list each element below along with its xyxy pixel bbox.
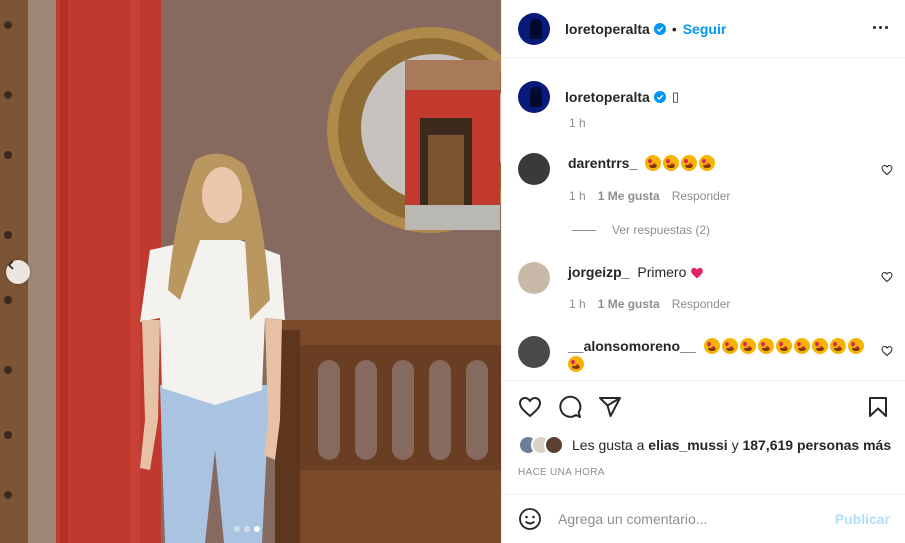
star-struck-emoji-icon: [793, 338, 810, 354]
comment-composer: Publicar: [502, 494, 905, 543]
chevron-left-icon: [7, 260, 14, 270]
star-struck-emoji-icon: [829, 338, 846, 354]
comment-input[interactable]: [558, 511, 818, 527]
author-avatar[interactable]: [518, 12, 550, 45]
post-comment-button[interactable]: Publicar: [835, 511, 890, 527]
commenter-avatar[interactable]: [518, 153, 550, 185]
likes-middle: y: [731, 437, 739, 453]
comment-like-icon[interactable]: [881, 345, 893, 357]
likes-prefix: Les gusta a: [572, 437, 645, 453]
star-struck-emoji-icon: [703, 338, 720, 354]
star-struck-emoji-icon: [699, 155, 716, 171]
caption-username[interactable]: loretoperalta: [565, 89, 650, 105]
star-struck-emoji-icon: [739, 338, 756, 354]
comment-time[interactable]: 1 h: [569, 297, 586, 311]
commenter-username[interactable]: jorgeizp_: [568, 264, 629, 280]
red-heart-icon: [691, 267, 704, 279]
star-struck-emoji-icon: [811, 338, 828, 354]
caption: loretoperalta ▯: [518, 81, 679, 113]
commenter-avatar[interactable]: [518, 336, 550, 368]
author-username[interactable]: loretoperalta: [565, 21, 650, 37]
comment-likes[interactable]: 1 Me gusta: [598, 189, 660, 203]
comment-meta: 1 h 1 Me gusta Responder: [569, 297, 730, 311]
more-options-icon[interactable]: [873, 26, 888, 29]
likes-summary: Les gusta a elias_mussi y 187,619 person…: [518, 435, 891, 455]
caption-text: ▯: [671, 89, 679, 104]
comment-time[interactable]: 1 h: [569, 189, 586, 203]
star-struck-emoji-icon: [721, 338, 738, 354]
caption-time[interactable]: 1 h: [569, 116, 586, 130]
like-heart-icon[interactable]: [518, 395, 542, 419]
liker-avatar[interactable]: [544, 435, 564, 455]
share-paper-plane-icon[interactable]: [598, 395, 622, 419]
comment-item: __alonsomoreno__: [518, 336, 868, 373]
comment-text: Primero: [637, 264, 687, 280]
verified-badge-icon: [653, 91, 666, 103]
reply-button[interactable]: Responder: [672, 189, 731, 203]
star-struck-emoji-icon: [775, 338, 792, 354]
post-header: loretoperalta • Seguir: [502, 0, 905, 58]
comment-like-icon[interactable]: [881, 164, 893, 176]
comment-like-icon[interactable]: [881, 271, 893, 283]
reply-button[interactable]: Responder: [672, 297, 731, 311]
star-struck-emoji-icon: [568, 356, 584, 372]
post-actions: Les gusta a elias_mussi y 187,619 person…: [502, 380, 905, 494]
save-bookmark-icon[interactable]: [866, 395, 890, 419]
commenter-username[interactable]: darentrrs_: [568, 155, 637, 171]
view-replies-button[interactable]: Ver respuestas (2): [572, 223, 710, 237]
header-separator: •: [671, 20, 677, 37]
carousel-dot: [244, 526, 250, 532]
comment-bubble-icon[interactable]: [558, 395, 582, 419]
star-struck-emoji-icon: [757, 338, 774, 354]
carousel-indicator: [234, 526, 260, 532]
follow-button[interactable]: Seguir: [683, 21, 727, 37]
likes-count[interactable]: 187,619 personas más: [742, 437, 891, 453]
post-photo: [0, 0, 501, 543]
caption-avatar[interactable]: [518, 81, 550, 113]
post-timestamp[interactable]: HACE UNA HORA: [518, 467, 605, 478]
carousel-dot-active: [254, 526, 260, 532]
comment-emojis: [645, 155, 717, 171]
comments-list: loretoperalta ▯ 1 h darentrrs_ 1 h 1 Me …: [502, 59, 905, 379]
emoji-smiley-icon[interactable]: [518, 507, 542, 531]
caption-meta: 1 h: [569, 116, 586, 130]
star-struck-emoji-icon: [847, 338, 864, 354]
carousel-prev-button[interactable]: [6, 260, 30, 284]
post-panel: loretoperalta • Seguir loretoperalta ▯ 1…: [501, 0, 905, 543]
star-struck-emoji-icon: [645, 155, 662, 171]
comment-item: darentrrs_: [518, 153, 888, 185]
post-image: [0, 0, 501, 543]
star-struck-emoji-icon: [681, 155, 698, 171]
comment-meta: 1 h 1 Me gusta Responder: [569, 189, 730, 203]
liker-username[interactable]: elias_mussi: [648, 437, 727, 453]
comment-likes[interactable]: 1 Me gusta: [598, 297, 660, 311]
star-struck-emoji-icon: [663, 155, 680, 171]
carousel-dot: [234, 526, 240, 532]
verified-badge-icon: [653, 22, 666, 35]
comment-item: jorgeizp_ Primero: [518, 262, 888, 294]
commenter-avatar[interactable]: [518, 262, 550, 294]
commenter-username[interactable]: __alonsomoreno__: [568, 338, 696, 354]
